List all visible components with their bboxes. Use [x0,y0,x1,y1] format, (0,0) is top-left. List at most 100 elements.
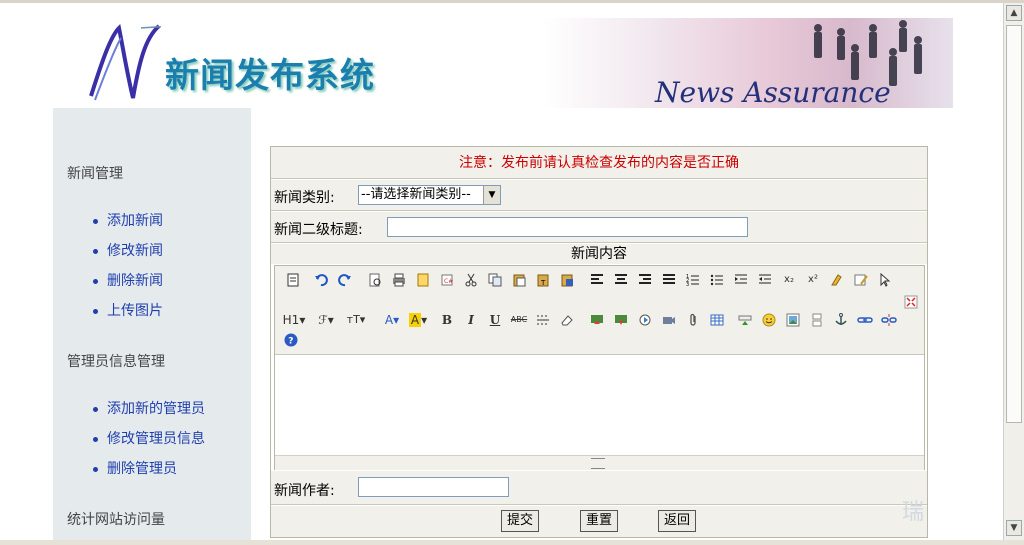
template-icon[interactable] [413,270,433,290]
superscript-icon[interactable]: x² [803,270,823,290]
window-frame-top [0,0,1024,3]
vertical-scrollbar[interactable]: ▲ ▼ [1003,3,1024,540]
reset-button[interactable]: 重置 [580,510,618,532]
font-size-label: тT [346,313,360,326]
svg-text:T: T [540,279,546,287]
category-select[interactable]: --请选择新闻类别-- ▼ [358,185,501,205]
link-icon[interactable] [855,310,875,330]
ordered-list-icon[interactable]: 123 [683,270,703,290]
strikethrough-button[interactable]: ABC [509,310,529,330]
subtitle-label: 新闻二级标题: [274,222,363,238]
svg-text:?: ? [288,337,293,347]
align-center-icon[interactable] [611,270,631,290]
italic-button[interactable]: I [461,310,481,330]
subtitle-input[interactable] [387,217,748,237]
font-color-dropdown[interactable]: A▾ [381,310,403,330]
paste-icon[interactable] [509,270,529,290]
banner-text: News Assurance [655,76,891,108]
paste-text-icon[interactable]: T [533,270,553,290]
submit-button[interactable]: 提交 [501,510,539,532]
category-select-value: --请选择新闻类别-- [361,187,471,202]
code-icon[interactable]: C# [437,270,457,290]
print-icon[interactable] [389,270,409,290]
scroll-down-icon[interactable]: ▼ [1006,520,1022,536]
scroll-up-icon[interactable]: ▲ [1006,5,1022,21]
unordered-list-icon[interactable] [707,270,727,290]
emoticon-icon[interactable] [759,310,779,330]
sidebar-item-delete-news[interactable]: 删除新闻 [93,266,163,296]
window-frame-bottom [0,540,1024,545]
outdent-icon[interactable] [755,270,775,290]
image-manager-icon[interactable] [783,310,803,330]
font-family-dropdown[interactable]: ℱ▾ [313,310,339,330]
unlink-icon[interactable] [879,310,899,330]
underline-button[interactable]: U [485,310,505,330]
sidebar-list-admin: 添加新的管理员 修改管理员信息 删除管理员 [93,394,205,484]
sidebar-heading-stats[interactable]: 统计网站访问量 [67,509,165,529]
sidebar-item-add-admin[interactable]: 添加新的管理员 [93,394,205,424]
logo-title: 新闻发布系统 [165,56,375,96]
attachment-icon[interactable] [683,310,703,330]
cursor-icon[interactable] [875,270,895,290]
font-family-label: ℱ [318,313,328,327]
highlight-dropdown[interactable]: A ▾ [407,310,429,330]
watermark-text: 瑞 [902,500,925,525]
sidebar-item-edit-admin[interactable]: 修改管理员信息 [93,424,205,454]
select-all-icon[interactable] [851,270,871,290]
sidebar-item-upload-image[interactable]: 上传图片 [93,296,163,326]
back-button[interactable]: 返回 [658,510,696,532]
bold-button[interactable]: B [437,310,457,330]
font-size-dropdown[interactable]: тT▾ [343,310,369,330]
editor-toolbar: C# T 123 x₂ x² H1▾ ℱ▾ тT▾ A▾ A ▾ B I U A… [275,266,924,355]
page-break-icon[interactable] [807,310,827,330]
author-row: 新闻作者: [271,471,927,505]
redo-icon[interactable] [335,270,355,290]
undo-icon[interactable] [311,270,331,290]
highlight-label: A [408,313,422,327]
source-icon[interactable] [283,270,303,290]
cut-icon[interactable] [461,270,481,290]
paste-word-icon[interactable] [557,270,577,290]
subscript-icon[interactable]: x₂ [779,270,799,290]
svg-text:3: 3 [686,282,689,288]
sidebar-item-delete-admin[interactable]: 删除管理员 [93,454,205,484]
help-icon[interactable]: ? [281,330,301,350]
font-color-label: A [384,313,394,327]
editor-resize-bar[interactable] [275,455,924,470]
heading-dropdown[interactable]: H1▾ [281,310,307,330]
sidebar-item-edit-news[interactable]: 修改新闻 [93,236,163,266]
insert-media-icon[interactable] [635,310,655,330]
category-label: 新闻类别: [274,190,335,206]
sidebar-list-news: 添加新闻 修改新闻 删除新闻 上传图片 [93,206,163,326]
editor-content-area[interactable] [275,355,924,455]
insert-image-icon[interactable] [587,310,607,330]
clear-format-icon[interactable] [827,270,847,290]
align-justify-icon[interactable] [659,270,679,290]
scroll-thumb[interactable] [1006,25,1022,423]
logo-swoosh-icon [89,23,161,101]
resize-grip-icon[interactable] [591,458,605,469]
header: 新闻发布系统 News Assurance [53,18,953,108]
button-row: 提交 重置 返回 [271,506,927,537]
chevron-down-icon[interactable]: ▼ [483,186,500,204]
insert-row-icon[interactable] [735,310,755,330]
copy-icon[interactable] [485,270,505,290]
preview-icon[interactable] [365,270,385,290]
sidebar-heading-news: 新闻管理 [67,166,123,182]
insert-flash-icon[interactable] [611,310,631,330]
insert-table-icon[interactable] [707,310,727,330]
fullscreen-icon[interactable] [901,292,921,312]
news-form: 注意：发布前请认真检查发布的内容是否正确 新闻类别: --请选择新闻类别-- ▼… [270,146,928,538]
sidebar-item-add-news[interactable]: 添加新闻 [93,206,163,236]
subtitle-row: 新闻二级标题: [271,212,927,243]
logo: 新闻发布系统 [81,18,411,108]
align-right-icon[interactable] [635,270,655,290]
anchor-icon[interactable] [831,310,851,330]
eraser-icon[interactable] [557,310,577,330]
insert-video-icon[interactable] [659,310,679,330]
horizontal-rule-icon[interactable] [533,310,553,330]
author-input[interactable] [358,477,509,497]
indent-icon[interactable] [731,270,751,290]
align-left-icon[interactable] [587,270,607,290]
content-heading: 新闻内容 [271,244,927,264]
